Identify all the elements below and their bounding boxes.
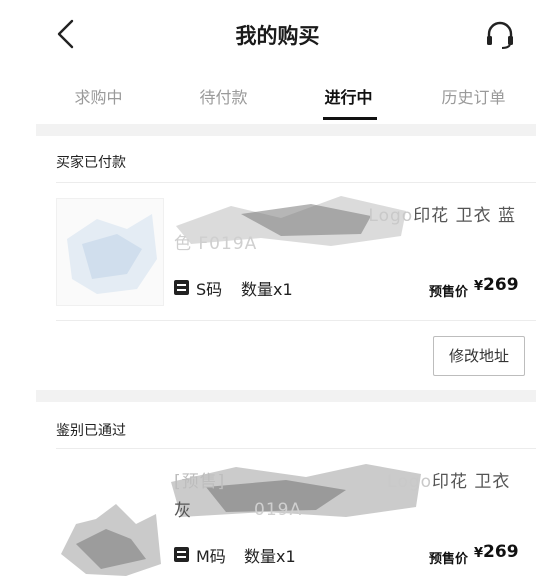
page-title: 我的购买 — [235, 24, 320, 48]
nav-bar: 我的购买 — [0, 0, 555, 66]
tab-history-orders[interactable]: 历史订单 — [411, 84, 536, 108]
product-name-line2: 色 F019A — [174, 234, 258, 254]
product-name-line2: 019A — [254, 500, 303, 520]
product-size: S码 — [196, 280, 223, 299]
product-image[interactable] — [56, 198, 164, 306]
divider — [56, 320, 536, 321]
size-tag-icon — [174, 547, 189, 562]
price-label: 预售价 — [429, 552, 469, 567]
product-quantity: 数量x1 — [244, 547, 296, 566]
size-tag-icon — [174, 280, 189, 295]
order-card[interactable]: 鉴别已通过 [预售] Logo印花 卫衣 灰 019A M码 数量x1 预售价 ¥… — [36, 402, 536, 579]
product-price: ¥269 — [474, 542, 519, 562]
modify-address-button[interactable]: 修改地址 — [433, 336, 525, 376]
tab-label: 历史订单 — [441, 88, 506, 107]
order-status: 买家已付款 — [56, 155, 126, 171]
product-image[interactable] — [56, 464, 164, 579]
product-quantity: 数量x1 — [241, 280, 293, 299]
tab-seeking[interactable]: 求购中 — [36, 84, 161, 108]
tab-label: 待付款 — [199, 88, 248, 107]
tab-label: 求购中 — [74, 88, 123, 107]
price-label: 预售价 — [429, 285, 469, 300]
section-gap — [36, 390, 536, 402]
order-tabs: 求购中 待付款 进行中 历史订单 — [36, 66, 536, 124]
product-price: ¥269 — [474, 275, 519, 295]
tab-in-progress[interactable]: 进行中 — [286, 84, 411, 120]
tab-label: 进行中 — [324, 88, 373, 107]
order-card[interactable]: 买家已付款 Logo印花 卫衣 蓝 色 F019A S码 数量x1 预售价 ¥2… — [36, 136, 536, 390]
divider — [56, 448, 536, 449]
divider — [56, 182, 536, 183]
active-tab-indicator — [323, 117, 377, 120]
product-name-line1: Logo印花 卫衣 蓝 — [368, 206, 516, 226]
headset-icon[interactable] — [484, 20, 516, 50]
order-status: 鉴别已通过 — [56, 423, 126, 439]
product-size: M码 — [196, 547, 226, 566]
section-gap — [36, 124, 536, 136]
tab-pending-payment[interactable]: 待付款 — [161, 84, 286, 108]
